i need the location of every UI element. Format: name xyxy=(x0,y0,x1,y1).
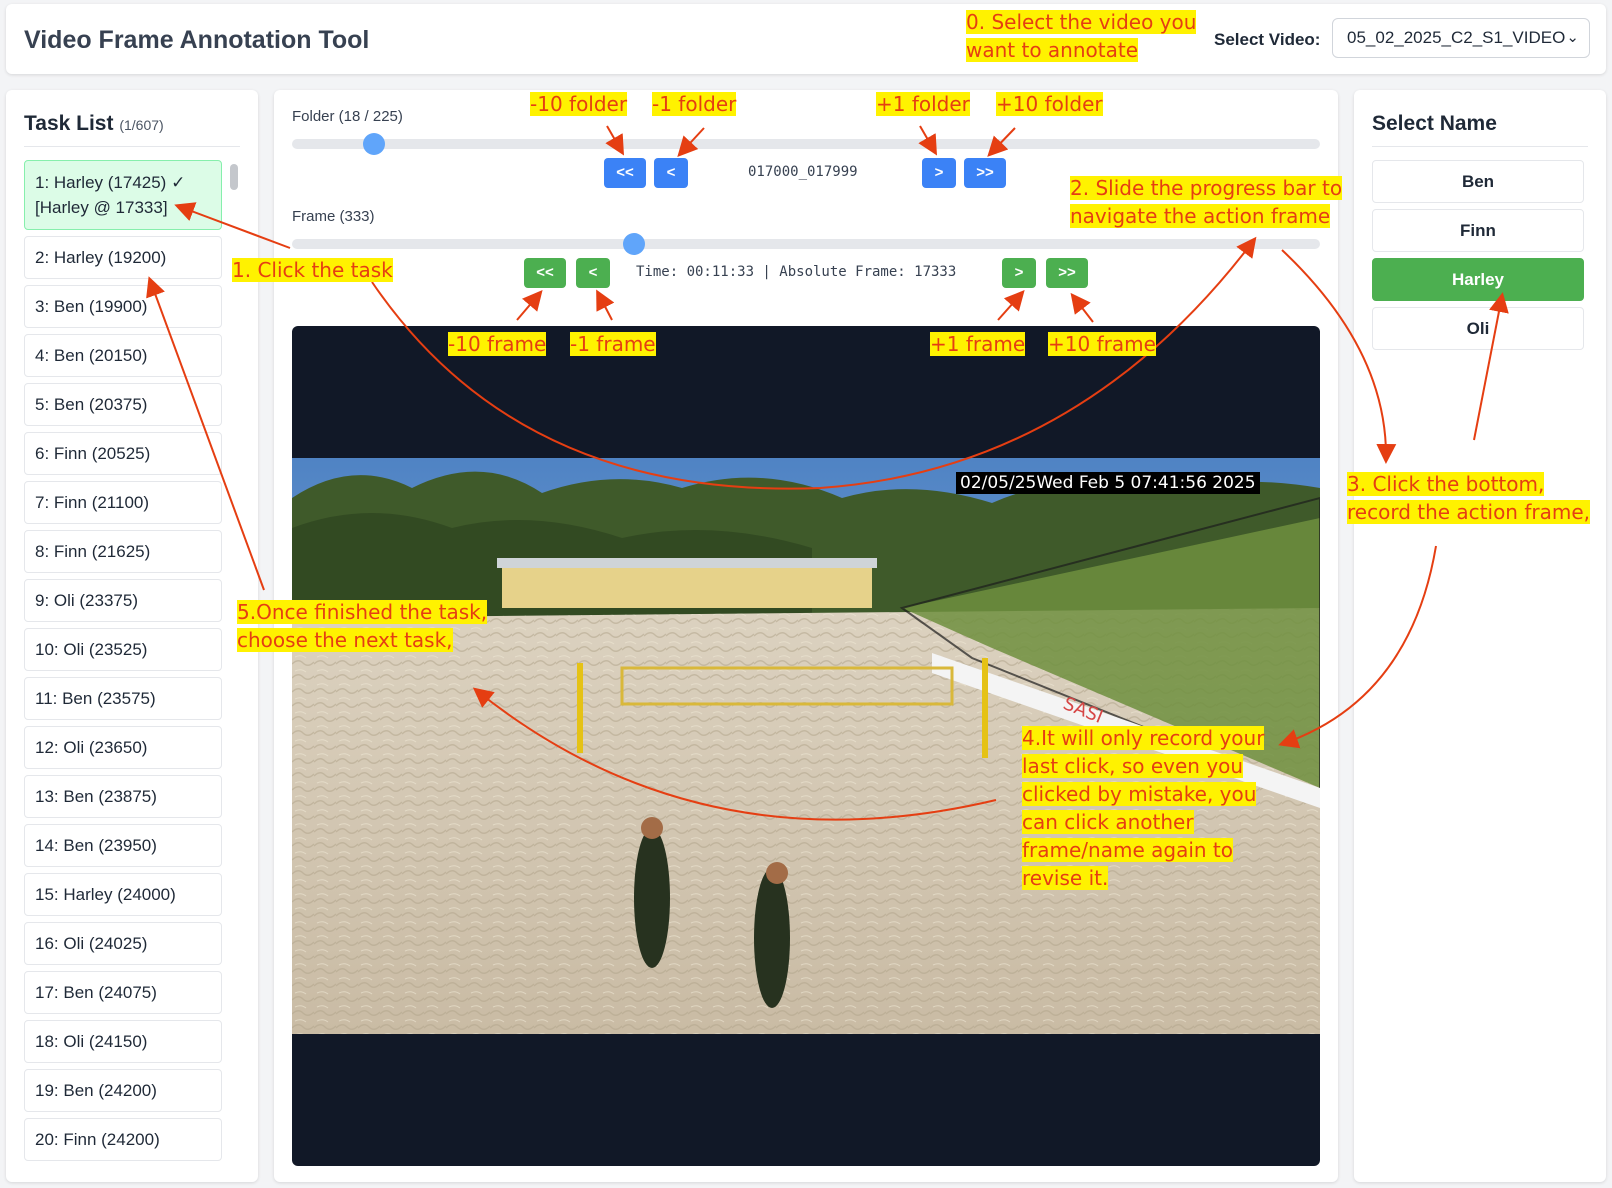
name-list: Ben Finn Harley Oli xyxy=(1372,160,1584,356)
name-button-ben[interactable]: Ben xyxy=(1372,160,1584,203)
pavilion xyxy=(502,563,872,608)
player-2 xyxy=(754,868,790,1008)
player-1-head xyxy=(641,817,663,839)
frame-forward-1-button[interactable]: > xyxy=(1002,258,1036,288)
task-item[interactable]: 15: Harley (24000) xyxy=(24,873,222,916)
select-video-label: Select Video: xyxy=(1214,30,1321,49)
frame-forward-10-button[interactable]: >> xyxy=(1046,258,1088,288)
annotation-step3: 3. Click the bottom, record the action f… xyxy=(1347,472,1591,524)
name-panel-title: Select Name xyxy=(1372,112,1497,135)
name-button-harley[interactable]: Harley xyxy=(1372,258,1584,301)
folder-label: Folder (18 / 225) xyxy=(292,108,403,125)
folder-name: 017000_017999 xyxy=(748,164,858,180)
frame-slider[interactable] xyxy=(292,233,1320,255)
frame-slider-thumb[interactable] xyxy=(623,233,646,255)
task-item[interactable]: 10: Oli (23525) xyxy=(24,628,222,671)
task-item[interactable]: 14: Ben (23950) xyxy=(24,824,222,867)
annotation-plus1-frame: +1 frame xyxy=(930,332,1026,356)
task-item[interactable]: 5: Ben (20375) xyxy=(24,383,222,426)
net-pole-right xyxy=(982,658,988,758)
app-title: Video Frame Annotation Tool xyxy=(24,26,370,54)
task-item[interactable]: 19: Ben (24200) xyxy=(24,1069,222,1112)
frame-label: Frame (333) xyxy=(292,208,375,225)
task-item[interactable]: 13: Ben (23875) xyxy=(24,775,222,818)
annotation-step4: 4.It will only record your last click, s… xyxy=(1022,726,1265,890)
folder-slider-thumb[interactable] xyxy=(363,133,386,155)
task-list-title: Task List (1/607) xyxy=(24,112,164,135)
annotation-minus10-folder: -10 folder xyxy=(530,92,628,116)
video-select[interactable]: 05_02_2025_C2_S1_VIDEO ⌄ xyxy=(1332,18,1590,58)
annotation-step5: 5.Once finished the task, choose the nex… xyxy=(237,600,488,652)
task-item[interactable]: 7: Finn (21100) xyxy=(24,481,222,524)
annotation-minus1-folder: -1 folder xyxy=(652,92,737,116)
annotation-minus1-frame: -1 frame xyxy=(570,332,656,356)
divider xyxy=(24,146,240,147)
name-button-oli[interactable]: Oli xyxy=(1372,307,1584,350)
name-panel: Select Name Ben Finn Harley Oli xyxy=(1354,90,1606,1182)
task-item[interactable]: 16: Oli (24025) xyxy=(24,922,222,965)
annotation-minus10-frame: -10 frame xyxy=(448,332,547,356)
annotation-plus10-frame: +10 frame xyxy=(1048,332,1156,356)
divider xyxy=(1372,146,1588,147)
task-item[interactable]: 12: Oli (23650) xyxy=(24,726,222,769)
annotation-plus1-folder: +1 folder xyxy=(876,92,970,116)
player-1 xyxy=(634,828,670,968)
task-item[interactable]: 6: Finn (20525) xyxy=(24,432,222,475)
annotation-step2: 2. Slide the progress bar to navigate th… xyxy=(1070,176,1343,228)
player-2-head xyxy=(766,862,788,884)
folder-back-10-button[interactable]: << xyxy=(604,158,646,188)
annotation-step1: 1. Click the task xyxy=(232,258,393,282)
annotation-step0: 0. Select the video you want to annotate xyxy=(966,10,1197,62)
folder-back-1-button[interactable]: < xyxy=(654,158,688,188)
task-item[interactable]: 20: Finn (24200) xyxy=(24,1118,222,1161)
chevron-down-icon: ⌄ xyxy=(1566,29,1579,46)
task-item[interactable]: 18: Oli (24150) xyxy=(24,1020,222,1063)
frame-back-10-button[interactable]: << xyxy=(524,258,566,288)
task-item[interactable]: 1: Harley (17425) ✓ [Harley @ 17333] xyxy=(24,160,222,230)
task-item[interactable]: 4: Ben (20150) xyxy=(24,334,222,377)
app-header: Video Frame Annotation Tool Select Video… xyxy=(6,4,1606,74)
task-item[interactable]: 17: Ben (24075) xyxy=(24,971,222,1014)
video-timestamp: 02/05/25Wed Feb 5 07:41:56 2025 xyxy=(956,472,1260,494)
frame-back-1-button[interactable]: < xyxy=(576,258,610,288)
folder-forward-1-button[interactable]: > xyxy=(922,158,956,188)
task-list-panel: Task List (1/607) 1: Harley (17425) ✓ [H… xyxy=(6,90,258,1182)
task-item[interactable]: 2: Harley (19200) xyxy=(24,236,222,279)
task-item[interactable]: 11: Ben (23575) xyxy=(24,677,222,720)
folder-slider[interactable] xyxy=(292,133,1320,155)
annotation-plus10-folder: +10 folder xyxy=(996,92,1103,116)
task-count: (1/607) xyxy=(119,117,164,133)
pavilion-roof xyxy=(497,558,877,568)
task-item[interactable]: 8: Finn (21625) xyxy=(24,530,222,573)
folder-forward-10-button[interactable]: >> xyxy=(964,158,1006,188)
video-select-value: 05_02_2025_C2_S1_VIDEO xyxy=(1347,28,1566,47)
task-list[interactable]: 1: Harley (17425) ✓ [Harley @ 17333] 2: H… xyxy=(24,160,222,1172)
task-list-scrollbar[interactable] xyxy=(230,164,238,190)
frame-time-info: Time: 00:11:33 | Absolute Frame: 17333 xyxy=(636,264,957,280)
name-button-finn[interactable]: Finn xyxy=(1372,209,1584,252)
task-item[interactable]: 9: Oli (23375) xyxy=(24,579,222,622)
task-item[interactable]: 3: Ben (19900) xyxy=(24,285,222,328)
net-pole-left xyxy=(577,663,583,753)
